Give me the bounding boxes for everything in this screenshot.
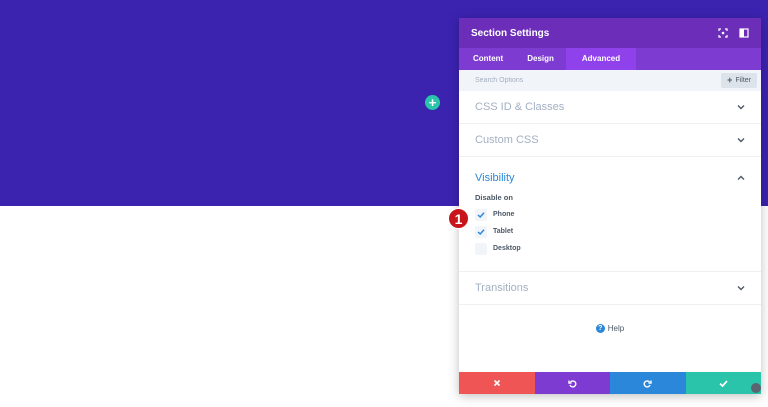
filter-label: Filter xyxy=(735,77,751,84)
redo-icon xyxy=(643,379,652,388)
disable-on-label: Disable on xyxy=(475,193,513,202)
visibility-body: Disable on Phone Tablet Desktop xyxy=(459,189,761,271)
desktop-checkbox[interactable] xyxy=(475,242,487,255)
search-options-input[interactable] xyxy=(475,77,722,84)
checkmark-icon xyxy=(719,379,728,387)
check-icon xyxy=(477,228,485,235)
tablet-label: Tablet xyxy=(493,228,514,235)
redo-button[interactable] xyxy=(610,372,686,394)
tab-advanced[interactable]: Advanced xyxy=(565,48,637,70)
group-title: Custom CSS xyxy=(475,134,539,146)
group-custom-css: Custom CSS xyxy=(459,124,761,157)
group-title: CSS ID & Classes xyxy=(475,101,565,113)
close-icon xyxy=(493,379,500,387)
panel-resize-handle[interactable] xyxy=(751,383,761,393)
option-desktop: Desktop xyxy=(475,240,745,257)
search-bar: + Filter xyxy=(459,70,761,91)
option-phone: Phone xyxy=(475,206,745,223)
phone-checkbox[interactable] xyxy=(475,208,487,221)
panel-footer xyxy=(459,372,761,394)
panel-title: Section Settings xyxy=(471,27,550,39)
help-link[interactable]: ? Help xyxy=(459,324,761,333)
panel-tabs: Content Design Advanced xyxy=(459,48,761,70)
expand-icon[interactable] xyxy=(718,28,728,38)
group-header-css-id-classes[interactable]: CSS ID & Classes xyxy=(459,91,761,123)
group-transitions: Transitions xyxy=(459,272,761,305)
group-header-custom-css[interactable]: Custom CSS xyxy=(459,124,761,156)
group-visibility: Visibility Disable on Phone Tablet Deskt… xyxy=(459,157,761,272)
step-marker: 1 xyxy=(448,208,469,229)
help-label: Help xyxy=(607,324,625,333)
add-module-button[interactable]: + xyxy=(425,95,440,110)
phone-label: Phone xyxy=(493,211,515,218)
group-header-transitions[interactable]: Transitions xyxy=(459,272,761,304)
undo-icon xyxy=(568,379,577,388)
check-icon xyxy=(477,211,485,218)
undo-button[interactable] xyxy=(534,372,610,394)
group-title: Visibility xyxy=(475,172,515,184)
group-css-id-classes: CSS ID & Classes xyxy=(459,91,761,124)
option-tablet: Tablet xyxy=(475,223,745,240)
tab-content[interactable]: Content xyxy=(461,48,515,70)
group-title: Transitions xyxy=(475,282,529,294)
filter-button[interactable]: + Filter xyxy=(721,73,757,88)
tab-design[interactable]: Design xyxy=(515,48,566,70)
help-icon: ? xyxy=(595,324,605,333)
section-settings-panel: Section Settings Content Design Advanced… xyxy=(459,18,761,394)
chevron-down-icon xyxy=(737,286,745,291)
panel-header: Section Settings xyxy=(459,18,761,48)
cancel-button[interactable] xyxy=(459,372,535,394)
plus-icon: + xyxy=(727,75,733,85)
save-button[interactable] xyxy=(685,372,761,394)
chevron-up-icon xyxy=(737,175,745,180)
chevron-down-icon xyxy=(737,105,745,110)
sidebar-toggle-icon[interactable] xyxy=(739,28,749,38)
desktop-label: Desktop xyxy=(493,245,521,252)
chevron-down-icon xyxy=(737,138,745,143)
tablet-checkbox[interactable] xyxy=(475,225,487,238)
group-header-visibility[interactable]: Visibility xyxy=(459,167,761,189)
